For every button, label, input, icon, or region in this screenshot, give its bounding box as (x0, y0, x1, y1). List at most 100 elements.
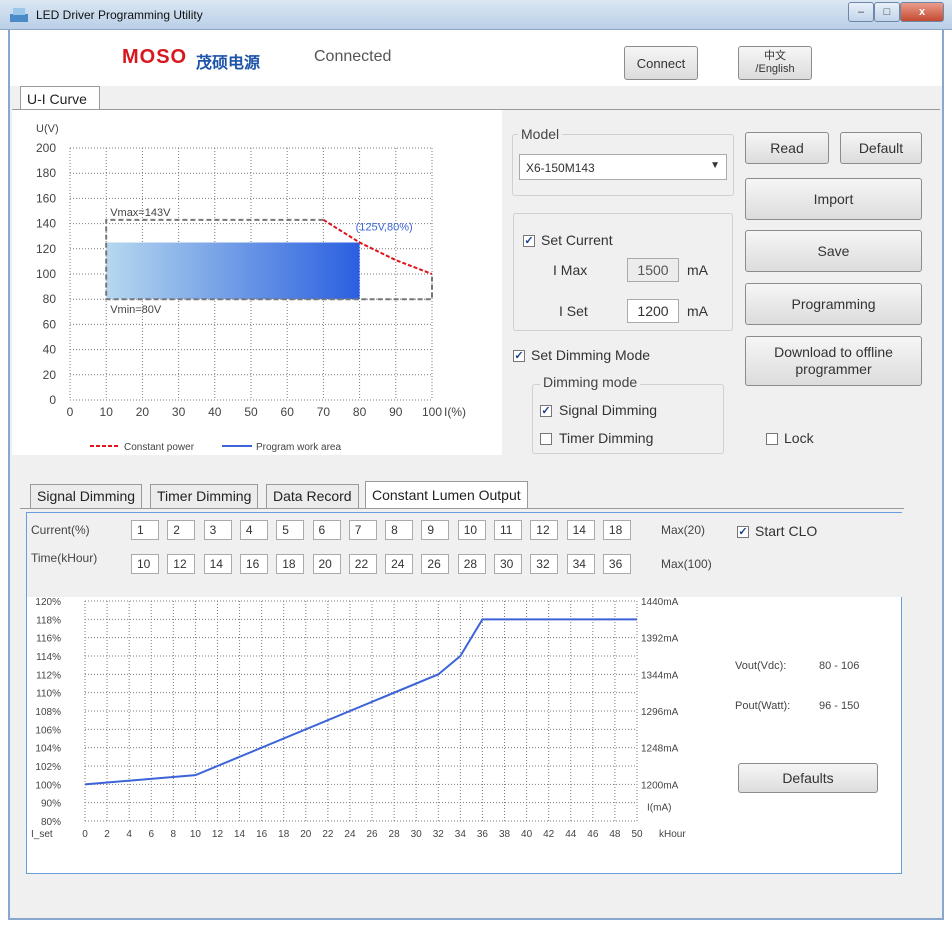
clo-current-input[interactable]: 18 (602, 520, 631, 540)
save-button[interactable]: Save (745, 230, 922, 272)
iset-field[interactable]: 1200 (627, 299, 679, 323)
clo-current-input[interactable]: 10 (457, 520, 486, 540)
model-select[interactable]: X6-150M143 ▼ (519, 154, 727, 180)
clo-time-input[interactable]: 18 (276, 554, 305, 574)
tab-constant-lumen-output[interactable]: Constant Lumen Output (365, 481, 528, 509)
clo-defaults-button[interactable]: Defaults (738, 763, 878, 793)
clo-current-input[interactable]: 4 (239, 520, 268, 540)
clo-x-tick-label: 20 (300, 829, 312, 840)
clo-time-input[interactable]: 22 (348, 554, 377, 574)
lock-checkbox[interactable] (766, 433, 778, 445)
clo-current-input[interactable]: 11 (494, 520, 522, 540)
clo-panel: Current(%) Time(kHour) Max(20) Max(100) … (26, 512, 903, 874)
brand-logo: MOSO (122, 46, 188, 68)
ui-x-tick-label: 0 (67, 405, 74, 419)
set-dimming-checkbox[interactable]: ✓ (513, 350, 525, 362)
clo-time-input[interactable]: 12 (167, 554, 196, 574)
clo-time-input[interactable]: 24 (385, 554, 414, 574)
clo-current-input[interactable]: 7 (348, 520, 377, 540)
vmax-label: Vmax=143V (110, 207, 171, 219)
close-button[interactable]: x (900, 2, 944, 22)
header: MOSO 茂硕电源 Connected Connect 中文 /English (10, 30, 942, 86)
set-current-checkbox[interactable]: ✓ (523, 235, 535, 247)
clo-y-tick-label: 108% (35, 707, 61, 718)
title-bar: LED Driver Programming Utility – □ x (0, 0, 952, 30)
clo-current-label: Current(%) (31, 523, 90, 537)
start-clo-checkbox[interactable]: ✓ (737, 526, 749, 538)
clo-time-input[interactable]: 16 (239, 554, 268, 574)
ui-y-axis-label: U(V) (36, 123, 59, 135)
bottom-tab-divider (20, 508, 904, 509)
ui-y-tick-label: 180 (36, 166, 56, 180)
clo-x-tick-label: 42 (543, 829, 555, 840)
clo-time-input[interactable]: 20 (312, 554, 341, 574)
ui-x-tick-label: 20 (136, 405, 150, 419)
brand-cn-logo: 茂硕电源 (196, 55, 261, 72)
clo-current-input[interactable]: 3 (203, 520, 232, 540)
import-button[interactable]: Import (745, 178, 922, 220)
clo-time-label: Time(kHour) (31, 551, 98, 565)
ui-x-tick-label: 40 (208, 405, 222, 419)
clo-right-tick-label: 1392mA (641, 634, 679, 645)
clo-time-input[interactable]: 34 (566, 554, 595, 574)
clo-y-tick-label: 112% (36, 670, 61, 681)
clo-time-input[interactable]: 10 (131, 554, 159, 574)
clo-current-input[interactable]: 12 (530, 520, 559, 540)
timer-dimming-checkbox[interactable] (540, 433, 552, 445)
tab-ui-curve[interactable]: U-I Curve (20, 86, 100, 110)
ui-x-axis-label: I(%) (444, 405, 466, 419)
clo-current-input[interactable]: 1 (131, 520, 159, 540)
model-legend: Model (518, 126, 563, 142)
clo-time-input[interactable]: 14 (203, 554, 232, 574)
download-offline-button[interactable]: Download to offline programmer (745, 336, 922, 386)
clo-time-input[interactable]: 32 (530, 554, 559, 574)
programming-button[interactable]: Programming (745, 283, 922, 325)
ui-x-tick-label: 90 (389, 405, 403, 419)
clo-current-input[interactable]: 5 (276, 520, 305, 540)
clo-current-input[interactable]: 14 (566, 520, 595, 540)
clo-x-tick-label: 32 (433, 829, 445, 840)
clo-x-axis-unit: kHour (659, 829, 686, 840)
ui-x-tick-label: 70 (317, 405, 331, 419)
language-toggle-button[interactable]: 中文 /English (738, 46, 812, 80)
tab-signal-dimming[interactable]: Signal Dimming (30, 484, 143, 508)
program-work-area (106, 242, 360, 300)
minimize-button[interactable]: – (848, 2, 874, 22)
tab-timer-dimming[interactable]: Timer Dimming (150, 484, 259, 508)
default-button[interactable]: Default (840, 132, 922, 164)
imax-label: I Max (553, 262, 588, 278)
clo-current-input[interactable]: 2 (167, 520, 196, 540)
start-clo-label: Start CLO (755, 523, 818, 539)
clo-y-tick-label: 120% (35, 597, 61, 608)
clo-time-input[interactable]: 36 (602, 554, 631, 574)
signal-dimming-checkbox[interactable]: ✓ (540, 405, 552, 417)
ui-x-tick-label: 10 (100, 405, 114, 419)
clo-current-input[interactable]: 9 (421, 520, 450, 540)
maximize-button[interactable]: □ (874, 2, 900, 22)
connect-button[interactable]: Connect (624, 46, 698, 80)
ui-x-tick-label: 30 (172, 405, 186, 419)
download-label-line1: Download to offline (774, 344, 893, 360)
ui-x-tick-label: 80 (353, 405, 367, 419)
pout-label: Pout(Watt): (735, 700, 791, 712)
clo-x-tick-label: 30 (411, 829, 423, 840)
set-current-label: Set Current (541, 232, 613, 248)
vout-label: Vout(Vdc): (735, 660, 787, 672)
tab-data-record[interactable]: Data Record (266, 484, 359, 508)
clo-time-input[interactable]: 28 (457, 554, 486, 574)
ui-chart-panel: U(V) 200 180 160 140 120 100 80 60 40 20 0 0 10 20 30 40… (12, 110, 502, 455)
imax-field[interactable]: 1500 (627, 258, 679, 282)
work-point-label: (125V,80%) (356, 222, 413, 234)
clo-y-tick-label: 118% (36, 615, 61, 626)
clo-time-input[interactable]: 30 (494, 554, 522, 574)
read-button[interactable]: Read (745, 132, 829, 164)
iset-label: I Set (559, 303, 588, 319)
clo-current-input[interactable]: 8 (385, 520, 414, 540)
clo-time-input[interactable]: 26 (421, 554, 450, 574)
clo-chart: 120% 118% 116% 114% 112% 110% 108% 106% 104% 102%… (31, 597, 686, 840)
clo-x-axis-left-label: I_set (31, 829, 53, 840)
clo-current-input[interactable]: 6 (312, 520, 341, 540)
signal-dimming-label: Signal Dimming (559, 402, 658, 418)
lang-label-en: /English (755, 63, 795, 75)
clo-y-tick-label: 102% (35, 762, 61, 773)
